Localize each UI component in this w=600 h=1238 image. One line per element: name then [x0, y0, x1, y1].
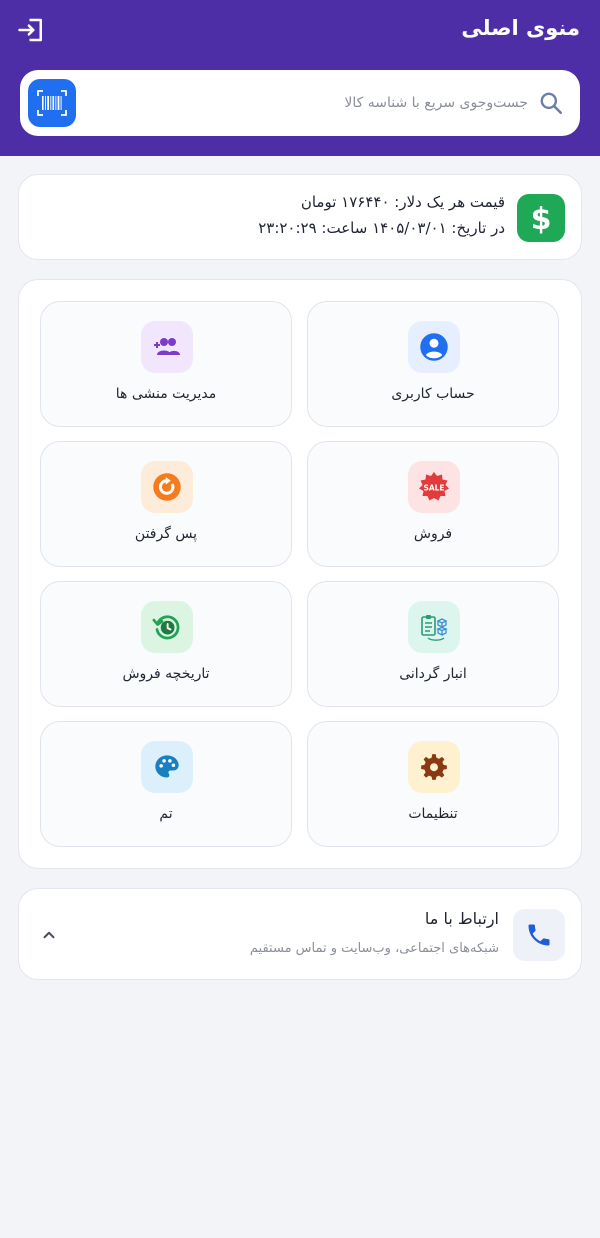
menu-item-sales[interactable]: SALE فروش — [307, 441, 559, 567]
dollar-price-card: $ قیمت هر یک دلار: ۱۷۶۴۴۰ تومان در تاریخ… — [18, 174, 582, 260]
phone-icon — [513, 909, 565, 961]
menu-item-inventory[interactable]: انبار گردانی — [307, 581, 559, 707]
contact-title: ارتباط با ما — [424, 909, 499, 928]
logout-button[interactable] — [14, 12, 50, 48]
logout-icon — [18, 18, 42, 42]
dollar-icon: $ — [517, 194, 565, 242]
menu-item-label: مدیریت منشی ها — [115, 386, 217, 402]
return-icon — [141, 461, 193, 513]
page-title: منوی اصلی — [461, 16, 580, 40]
menu-item-label: فروش — [413, 526, 453, 542]
add-group-icon — [141, 321, 193, 373]
menu-item-manage-secretaries[interactable]: مدیریت منشی ها — [40, 301, 292, 427]
dollar-date-text: در تاریخ: ۱۴۰۵/۰۳/۰۱ ساعت: ۲۳:۲۰:۲۹ — [258, 219, 505, 237]
sale-badge-icon: SALE — [408, 461, 460, 513]
app-header: منوی اصلی — [0, 0, 600, 156]
menu-item-label: پس گرفتن — [134, 526, 198, 542]
menu-item-theme[interactable]: تم — [40, 721, 292, 847]
menu-item-label: تم — [159, 806, 173, 822]
contact-us-card[interactable]: ارتباط با ما شبکه‌های اجتماعی، وب‌سایت و… — [18, 888, 582, 980]
menu-item-label: حساب کاربری — [391, 386, 475, 402]
barcode-scan-button[interactable] — [28, 79, 76, 127]
dollar-price-text: قیمت هر یک دلار: ۱۷۶۴۴۰ تومان — [300, 193, 505, 211]
search-input[interactable] — [108, 84, 528, 122]
account-icon — [408, 321, 460, 373]
svg-text:$: $ — [531, 202, 552, 235]
menu-item-label: تنظیمات — [408, 806, 458, 822]
palette-icon — [141, 741, 193, 793]
menu-item-return[interactable]: پس گرفتن — [40, 441, 292, 567]
contact-subtitle: شبکه‌های اجتماعی، وب‌سایت و تماس مستقیم — [249, 941, 499, 956]
svg-text:SALE: SALE — [423, 484, 444, 493]
menu-item-label: تاریخچه فروش — [122, 666, 210, 682]
gear-icon — [408, 741, 460, 793]
menu-item-label: انبار گردانی — [399, 666, 467, 682]
inventory-icon — [408, 601, 460, 653]
history-icon — [141, 601, 193, 653]
expand-toggle-button[interactable] — [35, 921, 63, 949]
barcode-scan-icon — [37, 90, 67, 116]
search-icon — [540, 92, 563, 115]
menu-item-sales-history[interactable]: تاریخچه فروش — [40, 581, 292, 707]
chevron-up-icon — [43, 931, 55, 939]
menu-item-settings[interactable]: تنظیمات — [307, 721, 559, 847]
menu-grid: حساب کاربری مدیریت منشی ها SALE فروش پس … — [18, 279, 582, 869]
menu-item-account[interactable]: حساب کاربری — [307, 301, 559, 427]
search-bar — [20, 70, 580, 136]
